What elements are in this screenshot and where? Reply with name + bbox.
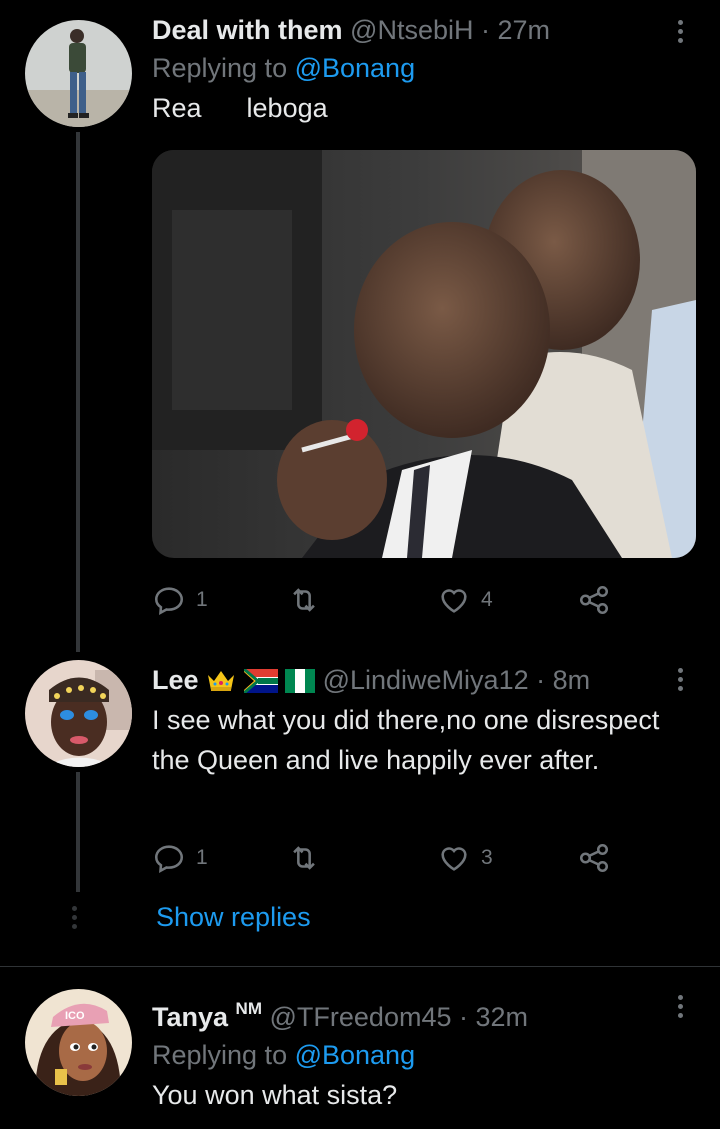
like-icon: [441, 847, 467, 871]
tweet-lee[interactable]: Lee @LindiweMiya12 · 8m I see what you d…: [0, 650, 720, 965]
share-icon: [579, 585, 609, 615]
thread-line: [76, 772, 80, 892]
timestamp[interactable]: · 32m: [459, 1002, 528, 1032]
display-name[interactable]: Tanya: [152, 1002, 228, 1032]
retweet-icon: [293, 588, 315, 612]
user-handle[interactable]: @NtsebiH: [350, 15, 473, 45]
reply-button[interactable]: 1: [152, 580, 208, 620]
display-name[interactable]: Deal with them: [152, 15, 343, 45]
share-icon: [579, 843, 609, 873]
cap-text: ICO: [65, 1010, 85, 1022]
tweet-deal-with-them[interactable]: Deal with them @NtsebiH · 27m Replying t…: [0, 0, 720, 652]
retweet-button[interactable]: [287, 580, 321, 620]
reply-icon: [154, 587, 184, 615]
tweet-header: Tanya NM @TFreedom45 · 32m: [152, 991, 690, 1035]
retweet-button[interactable]: [287, 838, 321, 878]
avatar[interactable]: [25, 20, 132, 127]
like-button[interactable]: 3: [437, 838, 493, 878]
reply-icon: [154, 845, 184, 873]
crown-icon: [208, 671, 235, 691]
user-handle[interactable]: @TFreedom45: [270, 1002, 452, 1032]
user-handle[interactable]: @LindiweMiya12: [323, 665, 529, 695]
share-button[interactable]: [577, 838, 611, 878]
tweet-image[interactable]: [152, 150, 696, 558]
show-replies-link[interactable]: Show replies: [156, 902, 311, 933]
tweet-header: Lee @LindiweMiya12 · 8m: [152, 662, 690, 698]
timestamp[interactable]: · 27m: [481, 15, 550, 45]
reply-button[interactable]: 1: [152, 838, 208, 878]
nigeria-flag-icon: [285, 669, 316, 693]
display-name[interactable]: Lee: [152, 665, 199, 695]
south-africa-flag-icon: [243, 669, 278, 693]
tweet-tanya[interactable]: ICO Tanya NM @TFreedom45 · 32m Replying …: [0, 967, 720, 1129]
more-icon[interactable]: [670, 664, 690, 694]
replying-to: Replying to @Bonang: [152, 1037, 690, 1073]
reply-count: 1: [196, 588, 208, 611]
tweet-text: You won what sista?: [152, 1080, 398, 1110]
tweet-text: Rea leboga: [152, 93, 328, 123]
mention-link[interactable]: @Bonang: [295, 1040, 416, 1070]
tweet-actions: 1 4: [152, 580, 622, 620]
avatar[interactable]: [25, 660, 132, 767]
tweet-header: Deal with them @NtsebiH · 27m: [152, 12, 690, 48]
tweet-actions: 1 3: [152, 838, 622, 878]
more-icon[interactable]: [670, 16, 690, 46]
avatar[interactable]: ICO: [25, 989, 132, 1096]
reply-count: 1: [196, 846, 208, 869]
like-count: 3: [481, 846, 493, 869]
tweet-text: I see what you did there,no one disrespe…: [152, 705, 660, 775]
thread-line: [76, 132, 80, 652]
retweet-icon: [293, 846, 315, 870]
timestamp[interactable]: · 8m: [536, 665, 590, 695]
replying-prefix: Replying to: [152, 1040, 295, 1070]
like-count: 4: [481, 588, 493, 611]
like-button[interactable]: 4: [437, 580, 493, 620]
more-icon[interactable]: [670, 991, 690, 1021]
mention-link[interactable]: @Bonang: [295, 53, 416, 83]
like-icon: [441, 589, 467, 613]
replying-to: Replying to @Bonang: [152, 50, 690, 86]
name-badge: NM: [235, 999, 262, 1018]
thread-dots: [72, 906, 77, 929]
replying-prefix: Replying to: [152, 53, 295, 83]
share-button[interactable]: [577, 580, 611, 620]
